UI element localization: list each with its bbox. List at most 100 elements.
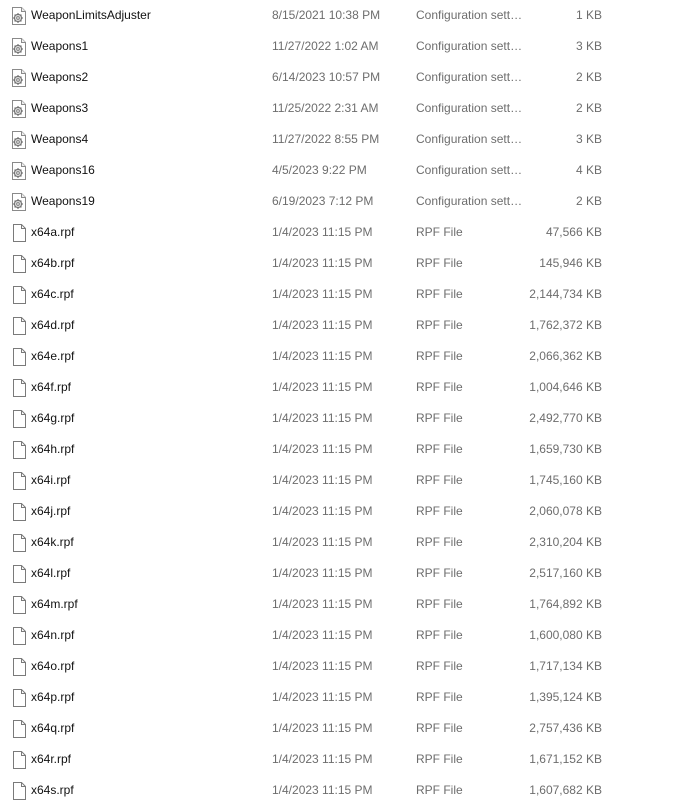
file-row[interactable]: Weapons19 6/19/2023 7:12 PM Configuration … [0, 186, 694, 217]
file-date-modified: 6/14/2023 10:57 PM [272, 70, 381, 84]
file-row[interactable]: x64b.rpf 1/4/2023 11:15 PM RPF File 145,946… [0, 248, 694, 279]
blank-file-icon [11, 689, 27, 707]
file-date-modified: 1/4/2023 11:15 PM [272, 349, 373, 363]
file-row[interactable]: x64q.rpf 1/4/2023 11:15 PM RPF File 2,757,4… [0, 713, 694, 744]
file-row[interactable]: x64m.rpf 1/4/2023 11:15 PM RPF File 1,764,8… [0, 589, 694, 620]
file-row[interactable]: x64r.rpf 1/4/2023 11:15 PM RPF File 1,671,1… [0, 744, 694, 775]
file-name: x64q.rpf [31, 721, 75, 735]
file-size: 2 KB [575, 70, 602, 84]
file-row[interactable]: x64i.rpf 1/4/2023 11:15 PM RPF File 1,745,1… [0, 465, 694, 496]
file-name: x64a.rpf [31, 225, 75, 239]
blank-file-icon [11, 410, 27, 428]
file-type: Configuration settings [416, 8, 524, 22]
file-size: 1,745,160 KB [529, 473, 602, 487]
file-row[interactable]: x64l.rpf 1/4/2023 11:15 PM RPF File 2,517,1… [0, 558, 694, 589]
file-name: x64r.rpf [31, 752, 72, 766]
file-name: x64s.rpf [31, 783, 74, 797]
file-date-modified: 1/4/2023 11:15 PM [272, 628, 373, 642]
blank-file-icon [11, 596, 27, 614]
config-file-icon [11, 38, 27, 56]
file-size: 1,600,080 KB [529, 628, 602, 642]
file-row[interactable]: WeaponLimitsAdjuster 8/15/2021 10:38 PM Co… [0, 0, 694, 31]
blank-file-icon [11, 441, 27, 459]
file-row[interactable]: x64k.rpf 1/4/2023 11:15 PM RPF File 2,310,2… [0, 527, 694, 558]
config-file-icon [11, 69, 27, 87]
file-type: RPF File [416, 535, 463, 549]
file-date-modified: 1/4/2023 11:15 PM [272, 473, 373, 487]
file-row[interactable]: Weapons4 11/27/2022 8:55 PM Configuration … [0, 124, 694, 155]
file-name: Weapons16 [31, 163, 95, 177]
file-size: 47,566 KB [545, 225, 602, 239]
file-row[interactable]: Weapons3 11/25/2022 2:31 AM Configuration … [0, 93, 694, 124]
file-row[interactable]: x64h.rpf 1/4/2023 11:15 PM RPF File 1,659,7… [0, 434, 694, 465]
blank-file-icon [11, 255, 27, 273]
blank-file-icon [11, 565, 27, 583]
file-type: Configuration settings [416, 70, 524, 84]
file-row[interactable]: x64s.rpf 1/4/2023 11:15 PM RPF File 1,607,6… [0, 775, 694, 806]
file-row[interactable]: x64o.rpf 1/4/2023 11:15 PM RPF File 1,717,1… [0, 651, 694, 682]
file-row[interactable]: x64j.rpf 1/4/2023 11:15 PM RPF File 2,060,0… [0, 496, 694, 527]
file-size: 3 KB [575, 132, 602, 146]
file-row[interactable]: x64d.rpf 1/4/2023 11:15 PM RPF File 1,762,3… [0, 310, 694, 341]
file-type: Configuration settings [416, 39, 524, 53]
file-row[interactable]: Weapons16 4/5/2023 9:22 PM Configuration s… [0, 155, 694, 186]
file-size: 3 KB [575, 39, 602, 53]
file-name: Weapons1 [31, 39, 89, 53]
file-size: 1,762,372 KB [529, 318, 602, 332]
file-row[interactable]: x64c.rpf 1/4/2023 11:15 PM RPF File 2,144,7… [0, 279, 694, 310]
file-row[interactable]: Weapons2 6/14/2023 10:57 PM Configuration … [0, 62, 694, 93]
file-name: Weapons2 [31, 70, 89, 84]
file-type: RPF File [416, 783, 463, 797]
file-type: Configuration settings [416, 132, 524, 146]
file-name: x64g.rpf [31, 411, 75, 425]
file-date-modified: 8/15/2021 10:38 PM [272, 8, 381, 22]
file-size: 2,757,436 KB [529, 721, 602, 735]
file-type: RPF File [416, 690, 463, 704]
file-type: RPF File [416, 752, 463, 766]
file-row[interactable]: x64n.rpf 1/4/2023 11:15 PM RPF File 1,600,0… [0, 620, 694, 651]
blank-file-icon [11, 658, 27, 676]
file-name: WeaponLimitsAdjuster [31, 8, 151, 22]
file-date-modified: 1/4/2023 11:15 PM [272, 535, 373, 549]
file-name: Weapons3 [31, 101, 89, 115]
file-type: Configuration settings [416, 163, 524, 177]
file-type: RPF File [416, 597, 463, 611]
file-size: 4 KB [575, 163, 602, 177]
file-type: RPF File [416, 566, 463, 580]
file-date-modified: 1/4/2023 11:15 PM [272, 783, 373, 797]
file-date-modified: 1/4/2023 11:15 PM [272, 752, 373, 766]
file-row[interactable]: x64p.rpf 1/4/2023 11:15 PM RPF File 1,395,1… [0, 682, 694, 713]
blank-file-icon [11, 317, 27, 335]
file-type: RPF File [416, 504, 463, 518]
file-type: Configuration settings [416, 194, 524, 208]
file-type: RPF File [416, 411, 463, 425]
file-date-modified: 1/4/2023 11:15 PM [272, 411, 373, 425]
blank-file-icon [11, 720, 27, 738]
config-file-icon [11, 162, 27, 180]
file-row[interactable]: x64g.rpf 1/4/2023 11:15 PM RPF File 2,492,7… [0, 403, 694, 434]
config-file-icon [11, 7, 27, 25]
file-type: RPF File [416, 318, 463, 332]
file-type: RPF File [416, 225, 463, 239]
file-date-modified: 1/4/2023 11:15 PM [272, 318, 373, 332]
file-type: RPF File [416, 628, 463, 642]
file-name: x64c.rpf [31, 287, 74, 301]
file-type: Configuration settings [416, 101, 524, 115]
file-row[interactable]: x64e.rpf 1/4/2023 11:15 PM RPF File 2,066,3… [0, 341, 694, 372]
blank-file-icon [11, 534, 27, 552]
file-name: x64d.rpf [31, 318, 75, 332]
file-date-modified: 1/4/2023 11:15 PM [272, 442, 373, 456]
file-row[interactable]: x64a.rpf 1/4/2023 11:15 PM RPF File 47,566 … [0, 217, 694, 248]
file-name: x64e.rpf [31, 349, 75, 363]
file-name: x64o.rpf [31, 659, 75, 673]
file-row[interactable]: Weapons1 11/27/2022 1:02 AM Configuration … [0, 31, 694, 62]
file-size: 1,607,682 KB [529, 783, 602, 797]
file-row[interactable]: x64f.rpf 1/4/2023 11:15 PM RPF File 1,004,6… [0, 372, 694, 403]
file-name: x64h.rpf [31, 442, 75, 456]
file-type: RPF File [416, 256, 463, 270]
file-name: x64n.rpf [31, 628, 75, 642]
file-type: RPF File [416, 442, 463, 456]
file-size: 1,004,646 KB [529, 380, 602, 394]
file-size: 1,717,134 KB [529, 659, 602, 673]
file-size: 2 KB [575, 194, 602, 208]
